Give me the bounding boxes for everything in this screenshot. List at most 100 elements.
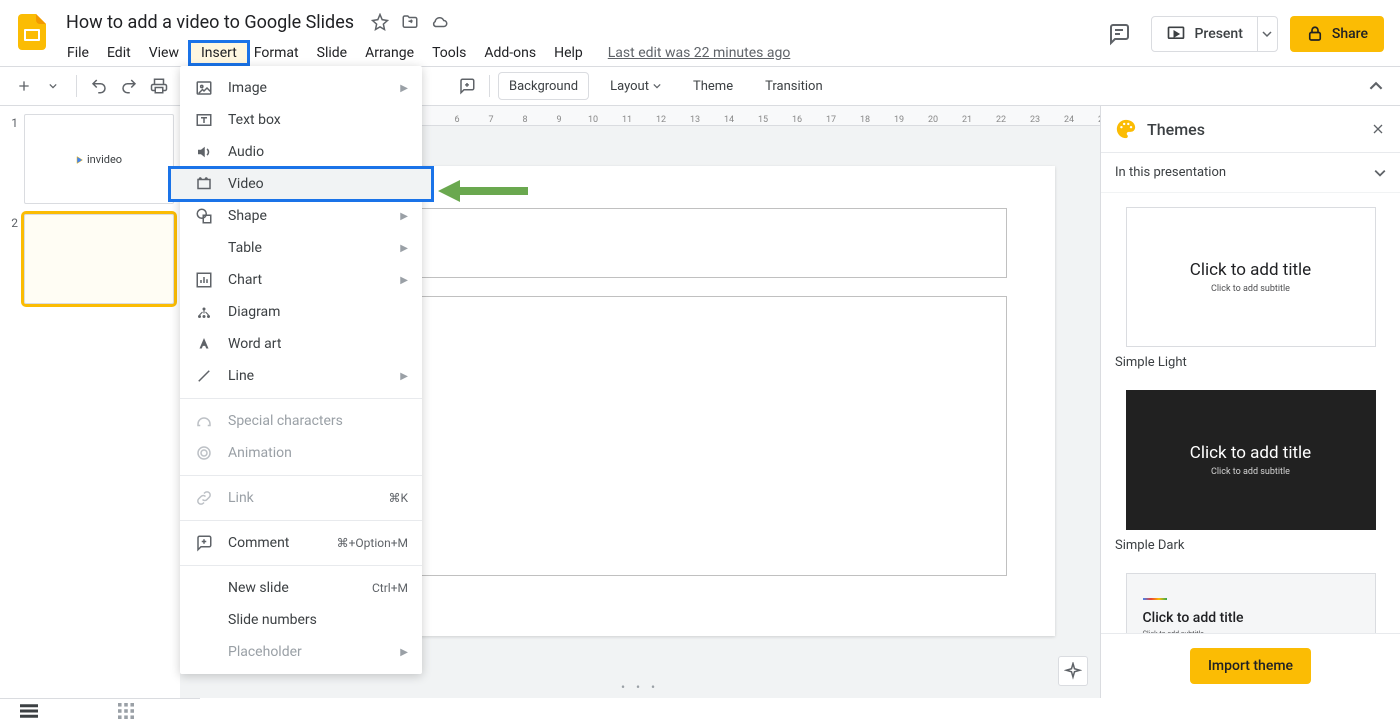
themes-header: Themes <box>1101 106 1400 153</box>
undo-button[interactable] <box>85 72 113 100</box>
theme-streamline[interactable]: Click to add title Click to add subtitle <box>1126 573 1376 633</box>
slides-app-icon[interactable] <box>12 12 52 52</box>
submenu-arrow-icon: ▶ <box>400 83 408 94</box>
menu-slide[interactable]: Slide <box>308 41 356 65</box>
cloud-status-icon[interactable] <box>430 12 450 32</box>
layout-button[interactable]: Layout <box>599 72 672 100</box>
themes-footer: Import theme <box>1101 633 1400 698</box>
speaker-notes-handle[interactable]: • • • <box>180 680 1100 694</box>
insert-video[interactable]: Video <box>170 168 432 200</box>
menu-format[interactable]: Format <box>250 41 308 65</box>
share-label: Share <box>1332 26 1368 42</box>
redo-button[interactable] <box>115 72 143 100</box>
insert-chart[interactable]: Chart ▶ <box>180 264 422 296</box>
video-icon <box>194 174 214 194</box>
comment-icon <box>194 533 214 553</box>
chevron-down-icon <box>653 82 661 90</box>
separator <box>76 75 77 97</box>
move-folder-icon[interactable] <box>400 12 420 32</box>
chevron-down-icon <box>1374 167 1386 179</box>
print-button[interactable] <box>145 72 173 100</box>
menu-help[interactable]: Help <box>545 41 592 65</box>
table-icon <box>194 238 214 258</box>
present-label: Present <box>1194 26 1242 42</box>
menu-insert[interactable]: Insert <box>188 40 250 66</box>
document-title[interactable]: How to add a video to Google Slides <box>62 12 358 33</box>
animation-icon <box>194 443 214 463</box>
import-theme-button[interactable]: Import theme <box>1190 648 1311 684</box>
menu-bar: File Edit View Insert Format Slide Arran… <box>58 40 1099 66</box>
submenu-arrow-icon: ▶ <box>400 243 408 254</box>
themes-title: Themes <box>1147 120 1360 139</box>
blank-icon <box>194 610 214 630</box>
theme-simple-light[interactable]: Click to add title Click to add subtitle <box>1126 207 1376 347</box>
menu-separator <box>180 475 422 476</box>
insert-textbox[interactable]: Text box <box>180 104 422 136</box>
diagram-icon <box>194 302 214 322</box>
insert-wordart[interactable]: Word art <box>180 328 422 360</box>
menu-file[interactable]: File <box>58 41 98 65</box>
menu-separator <box>180 565 422 566</box>
star-icon[interactable] <box>370 12 390 32</box>
thumb-row: 2 <box>4 214 176 304</box>
palette-icon <box>1115 118 1137 140</box>
grid-view-icon[interactable] <box>118 703 134 719</box>
slide-number: 2 <box>4 214 18 230</box>
insert-audio[interactable]: Audio <box>180 136 422 168</box>
menu-edit[interactable]: Edit <box>98 41 140 65</box>
theme-name-label: Simple Light <box>1115 355 1386 370</box>
header-right: Present Share <box>1099 14 1384 54</box>
insert-diagram[interactable]: Diagram <box>180 296 422 328</box>
theme-button[interactable]: Theme <box>682 72 744 100</box>
title-area: How to add a video to Google Slides File… <box>62 8 1099 66</box>
insert-line[interactable]: Line ▶ <box>180 360 422 392</box>
theme-simple-dark[interactable]: Click to add title Click to add subtitle <box>1126 390 1376 530</box>
slide-number: 1 <box>4 114 18 130</box>
themes-list: Click to add title Click to add subtitle… <box>1101 193 1400 633</box>
comments-icon[interactable] <box>1099 14 1139 54</box>
background-button[interactable]: Background <box>498 72 589 100</box>
insert-image[interactable]: Image ▶ <box>180 72 422 104</box>
themes-section-toggle[interactable]: In this presentation <box>1101 153 1400 193</box>
submenu-arrow-icon: ▶ <box>400 211 408 222</box>
theme-name-label: Simple Dark <box>1115 538 1386 553</box>
insert-comment[interactable]: Comment ⌘+Option+M <box>180 527 422 559</box>
menu-arrange[interactable]: Arrange <box>356 41 423 65</box>
accent-bar <box>1143 598 1167 600</box>
new-slide-button[interactable] <box>10 72 38 100</box>
menu-tools[interactable]: Tools <box>423 41 475 65</box>
menu-view[interactable]: View <box>140 41 188 65</box>
insert-special-chars: Special characters <box>180 405 422 437</box>
insert-new-slide[interactable]: New slide Ctrl+M <box>180 572 422 604</box>
line-icon <box>194 366 214 386</box>
insert-dropdown: Image ▶ Text box Audio Video Shape ▶ Tab… <box>180 66 422 674</box>
new-slide-dropdown[interactable] <box>40 72 68 100</box>
slide-thumbnail-2[interactable] <box>24 214 174 304</box>
present-button-group: Present <box>1151 16 1277 52</box>
transition-button[interactable]: Transition <box>754 72 834 100</box>
status-bar <box>0 698 200 722</box>
blank-icon <box>194 578 214 598</box>
separator <box>489 75 490 97</box>
shape-icon <box>194 206 214 226</box>
insert-slide-numbers[interactable]: Slide numbers <box>180 604 422 636</box>
menu-addons[interactable]: Add-ons <box>475 41 545 65</box>
insert-table[interactable]: Table ▶ <box>180 232 422 264</box>
submenu-arrow-icon: ▶ <box>400 371 408 382</box>
share-button[interactable]: Share <box>1290 16 1384 52</box>
audio-icon <box>194 142 214 162</box>
insert-comment-button[interactable] <box>453 72 481 100</box>
link-icon <box>194 488 214 508</box>
image-icon <box>194 78 214 98</box>
close-themes-button[interactable] <box>1370 121 1386 137</box>
last-edit-link[interactable]: Last edit was 22 minutes ago <box>608 45 791 61</box>
menu-separator <box>180 520 422 521</box>
present-dropdown[interactable] <box>1257 17 1277 51</box>
insert-shape[interactable]: Shape ▶ <box>180 200 422 232</box>
collapse-toolbar-button[interactable] <box>1362 72 1390 100</box>
slide-thumbnail-1[interactable]: invideo <box>24 114 174 204</box>
filmstrip-view-icon[interactable] <box>20 704 38 718</box>
submenu-arrow-icon: ▶ <box>400 647 408 658</box>
insert-animation: Animation <box>180 437 422 469</box>
present-button[interactable]: Present <box>1152 24 1256 44</box>
